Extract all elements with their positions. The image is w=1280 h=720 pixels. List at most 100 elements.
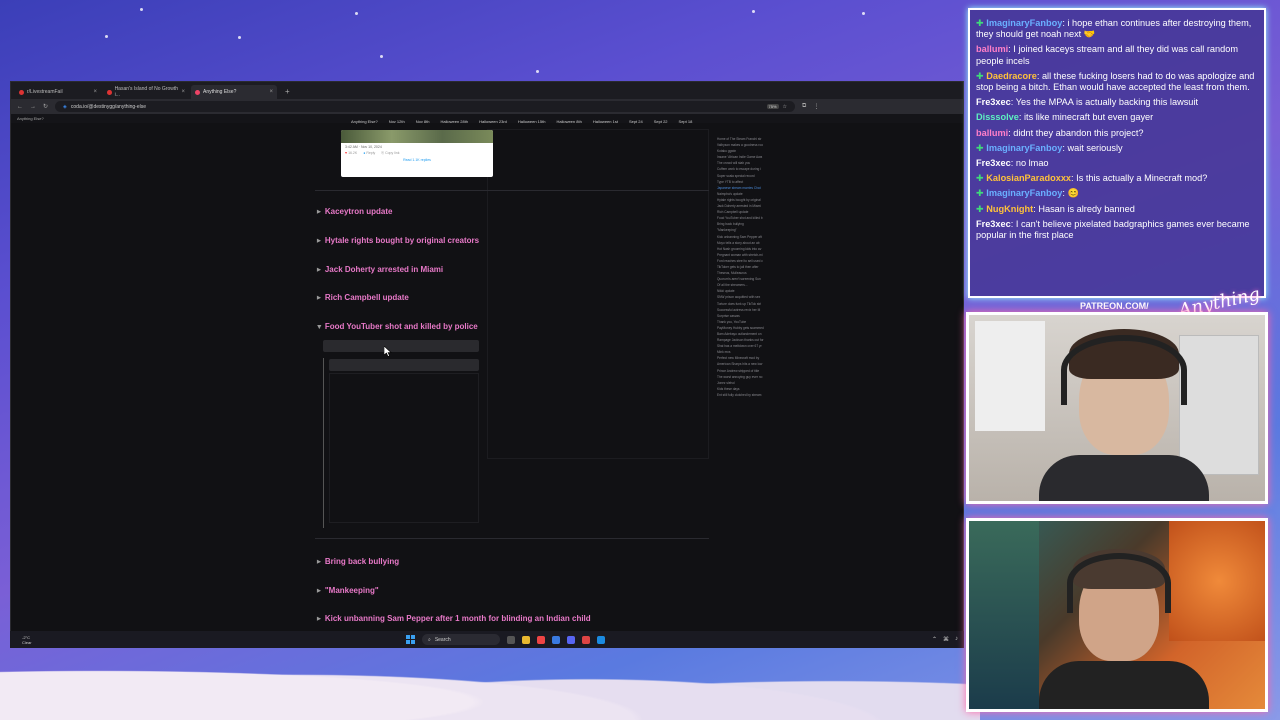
toggle-section[interactable]: ▶ Rich Campbell update	[317, 293, 409, 302]
task-view-icon[interactable]	[507, 635, 515, 644]
reload-icon[interactable]: ↻	[43, 103, 48, 110]
nav-link[interactable]: Halloween 8th	[556, 119, 581, 124]
chevron-down-icon[interactable]: ▶	[316, 325, 322, 329]
nav-link[interactable]: Sept 22	[654, 119, 668, 124]
taskbar-search[interactable]: ⌕ Search	[422, 634, 500, 645]
nav-link[interactable]: Anything Else?	[351, 119, 378, 124]
reply-button[interactable]: ● Reply	[363, 151, 375, 155]
chat-username[interactable]: ImaginaryFanboy	[986, 143, 1062, 153]
chevron-up-icon[interactable]: ⌃	[932, 636, 937, 643]
app-icon[interactable]	[552, 635, 560, 644]
tab-label: Anything Else?	[203, 89, 237, 95]
divider	[315, 538, 709, 539]
toggle-section[interactable]: ▶ Hytale rights bought by original creato…	[317, 236, 479, 245]
new-tab-button[interactable]: +	[279, 85, 296, 99]
toggle-label: "Mankeeping"	[324, 586, 379, 595]
sub-badge-icon: ✚	[976, 173, 987, 184]
read-replies-link[interactable]: Read 1.1K replies	[341, 158, 493, 162]
nav-link[interactable]: Halloween 15th	[518, 119, 546, 124]
close-tab-icon[interactable]: ×	[93, 89, 97, 95]
back-icon[interactable]: ←	[17, 104, 23, 110]
tweet-embed[interactable]: 3:42 AM · Nov 10, 2024 ♥ 16.2K ● Reply ⎘…	[341, 130, 493, 177]
toggle-section[interactable]: ▶ Kaceytron update	[317, 207, 392, 216]
copy-link-button[interactable]: ⎘ Copy link	[381, 151, 399, 155]
chat-message: ballumi: I joined kaceys stream and all …	[976, 44, 1258, 66]
nav-link[interactable]: Sept 24	[629, 119, 643, 124]
toggle-label: Rich Campbell update	[324, 293, 409, 302]
star-icon[interactable]: ☆	[783, 104, 787, 110]
chat-text: Yes the MPAA is actually backing this la…	[1015, 97, 1199, 108]
volume-icon[interactable]: ♪	[955, 636, 958, 643]
menu-icon[interactable]: ⋮	[813, 103, 819, 110]
tab-livestreamfail[interactable]: r/LivestreamFail ×	[15, 85, 101, 99]
like-count[interactable]: ♥ 16.2K	[345, 151, 357, 155]
nav-link[interactable]: Nov 8th	[416, 119, 430, 124]
chat-username[interactable]: NugKnight	[986, 204, 1033, 214]
windows-start-icon[interactable]	[406, 635, 415, 644]
shelf	[969, 521, 1039, 709]
chat-username[interactable]: Daedracore	[986, 71, 1037, 81]
toc-item[interactable]: Ent still fully clutched by stream	[717, 392, 779, 398]
chat-message: ballumi: didnt they abandon this project…	[976, 128, 1258, 139]
chat-username[interactable]: Fre3xec	[976, 219, 1011, 229]
forward-icon[interactable]: →	[30, 104, 36, 110]
nav-link[interactable]: Nov 12th	[389, 119, 405, 124]
toggle-section[interactable]: ▶ Bring back bullying	[317, 557, 399, 566]
discord-icon[interactable]	[567, 635, 575, 644]
network-icon[interactable]: ⌘	[943, 636, 949, 643]
tab-bar: r/LivestreamFail × Hasan's Island of No …	[11, 82, 963, 99]
toggle-label: Kaceytron update	[324, 207, 393, 216]
window-light	[975, 321, 1045, 431]
chat-username[interactable]: ballumi	[976, 128, 1008, 138]
chevron-right-icon[interactable]: ▶	[317, 588, 321, 594]
windows-taskbar: -2°C Clear ⌕ Search ⌃ ⌘ ♪	[10, 631, 964, 648]
weather-widget[interactable]: -2°C Clear	[22, 635, 32, 645]
file-explorer-icon[interactable]	[522, 635, 530, 644]
extensions-icon[interactable]: ⧉	[802, 103, 806, 110]
chat-message: ✚ NugKnight: Hasan is alredy banned	[976, 204, 1258, 215]
nav-link[interactable]: Halloween 28th	[441, 119, 469, 124]
obs-icon[interactable]	[582, 635, 590, 644]
sub-badge-icon: ✚	[976, 188, 987, 199]
chrome-icon[interactable]	[537, 635, 545, 644]
browser-window: r/LivestreamFail × Hasan's Island of No …	[10, 81, 964, 648]
site-info-icon[interactable]: ◈	[63, 104, 67, 110]
tab-hasan-island[interactable]: Hasan's Island of No Growth i... ×	[103, 85, 189, 99]
cabinet	[1179, 335, 1259, 475]
chat-text: wait seriously	[1067, 142, 1123, 153]
chevron-right-icon[interactable]: ▶	[317, 559, 321, 565]
loading-placeholder	[323, 340, 479, 352]
url-text: coda.io/@destinygg/anything-else	[70, 103, 147, 110]
toggle-section[interactable]: ▶ Kick unbanning Sam Pepper after 1 month…	[317, 614, 591, 623]
chevron-right-icon[interactable]: ▶	[317, 616, 321, 622]
page-title: Anything Else?	[17, 116, 44, 121]
toggle-label: Bring back bullying	[324, 557, 400, 566]
chat-message: ✚ ImaginaryFanboy: i hope ethan continue…	[976, 18, 1258, 40]
chevron-right-icon[interactable]: ▶	[317, 238, 321, 244]
chat-message: ✚ Daedracore: all these fucking losers h…	[976, 71, 1258, 93]
nav-link[interactable]: Halloween 1st	[593, 119, 618, 124]
close-tab-icon[interactable]: ×	[181, 89, 185, 95]
toggle-section[interactable]: ▶ Food YouTuber shot and killed by police	[316, 322, 478, 331]
nav-link[interactable]: Sept 18	[679, 119, 693, 124]
chat-username[interactable]: ballumi	[976, 44, 1008, 54]
tab-anything-else[interactable]: Anything Else? ×	[191, 85, 277, 99]
chat-username[interactable]: KalosianParadoxxx	[986, 173, 1071, 183]
chat-username[interactable]: Disssolve	[976, 112, 1019, 122]
steam-icon[interactable]	[597, 635, 605, 644]
url-field[interactable]: ◈ coda.io/@destinygg/anything-else 75% ☆	[55, 101, 796, 112]
chat-username[interactable]: Fre3xec	[976, 97, 1011, 107]
toggle-label: Kick unbanning Sam Pepper after 1 month …	[324, 614, 591, 623]
chat-username[interactable]: ImaginaryFanboy	[986, 188, 1062, 198]
close-tab-icon[interactable]: ×	[269, 89, 273, 95]
toggle-section[interactable]: ▶ Jack Doherty arrested in Miami	[317, 265, 443, 274]
toggle-section[interactable]: ▶ "Mankeeping"	[317, 586, 379, 595]
chat-username[interactable]: Fre3xec	[976, 158, 1011, 168]
chevron-right-icon[interactable]: ▶	[317, 267, 321, 273]
chat-username[interactable]: ImaginaryFanboy	[986, 18, 1062, 28]
zoom-indicator[interactable]: 75%	[766, 104, 779, 109]
tweet-image	[341, 130, 493, 143]
nav-link[interactable]: Halloween 23rd	[479, 119, 507, 124]
chevron-right-icon[interactable]: ▶	[317, 209, 321, 215]
chevron-right-icon[interactable]: ▶	[317, 295, 321, 301]
